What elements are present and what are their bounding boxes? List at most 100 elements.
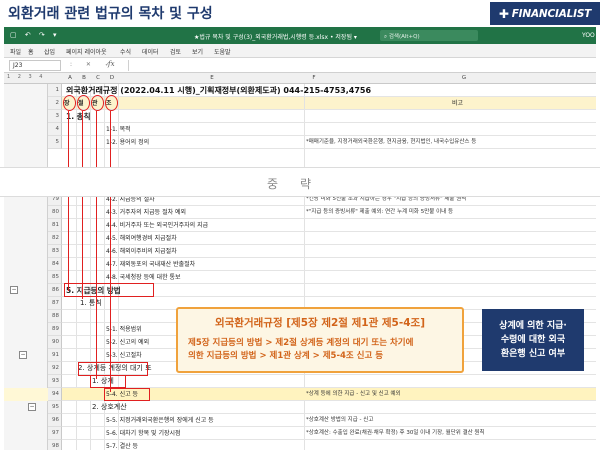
row-number[interactable]: 96 xyxy=(48,414,62,427)
note-line-3: 환은행 신고 여부 xyxy=(500,349,566,359)
table-row-highlighted[interactable]: 94 5-4. 신고 등 *상계 등에 의한 지급 - 신고 및 신고 예외 xyxy=(4,388,596,401)
row-number[interactable]: 86 xyxy=(48,284,62,297)
article-cell[interactable]: 4-3. 거주자의 지급등 절차 예외 xyxy=(106,206,186,219)
table-row[interactable]: 84 4-7. 재외동포의 국내재산 반출절차 xyxy=(4,258,596,271)
article-cell[interactable]: 4-7. 재외동포의 국내재산 반출절차 xyxy=(106,258,195,271)
search-placeholder: 검색(Alt+Q) xyxy=(388,34,420,40)
tab-help[interactable]: 도움말 xyxy=(214,47,231,56)
article-cell[interactable]: 5-1. 적용범위 xyxy=(106,323,142,336)
row-number[interactable]: 82 xyxy=(48,232,62,245)
table-row[interactable]: 4 1-1. 목적 xyxy=(4,123,596,136)
table-row[interactable]: 83 4-6. 해외이주비의 지급절차 xyxy=(4,245,596,258)
row-number[interactable]: 90 xyxy=(48,336,62,349)
tab-formulas[interactable]: 수식 xyxy=(120,47,131,56)
row-number[interactable]: 84 xyxy=(48,258,62,271)
remark-cell[interactable]: *상계 등에 의한 지급 - 신고 및 신고 예외 xyxy=(306,388,401,401)
chapter-5-highlight xyxy=(64,283,154,297)
row-number[interactable]: 89 xyxy=(48,323,62,336)
column-header-d[interactable]: D xyxy=(104,75,120,81)
row-number[interactable]: 87 xyxy=(48,297,62,310)
tab-data[interactable]: 데이터 xyxy=(142,47,159,56)
user-name[interactable]: YOO xyxy=(582,32,595,39)
row-number[interactable]: 94 xyxy=(48,388,62,401)
tab-page-layout[interactable]: 페이지 레이아웃 xyxy=(66,47,107,56)
chapter-cell[interactable]: 1. 총칙 xyxy=(66,110,90,123)
article-cell[interactable]: 4-6. 해외이주비의 지급절차 xyxy=(106,245,177,258)
row-number[interactable]: 1 xyxy=(48,84,62,97)
tab-view[interactable]: 보기 xyxy=(192,47,203,56)
table-row[interactable]: 1 외국환거래규정 (2022.04.11 시행)_기획재정부(외환제도과) 0… xyxy=(4,84,596,97)
column-header-e[interactable]: E xyxy=(204,75,220,81)
brand-cross-icon: ✚ xyxy=(498,6,509,21)
subsection-1-highlight xyxy=(90,375,126,388)
row-number[interactable]: 80 xyxy=(48,206,62,219)
tab-review[interactable]: 검토 xyxy=(170,47,181,56)
callout-path: 제5장 지급등의 방법 > 제2절 상계등 계정의 대기 또는 차기에 의한 지… xyxy=(188,337,458,363)
row-number[interactable]: 3 xyxy=(48,110,62,123)
table-row[interactable]: 3 1. 총칙 xyxy=(4,110,596,123)
tab-home[interactable]: 홈 xyxy=(28,47,34,56)
table-row[interactable]: 82 4-5. 해외여행경비 지급절차 xyxy=(4,232,596,245)
excel-window: ▢ ↶ ↷ ▾ ★법규 목차 및 구성(3)_외국환거래법,시행령 등.xlsx… xyxy=(4,27,596,450)
quick-access-toolbar[interactable]: ▢ ↶ ↷ ▾ xyxy=(10,31,60,39)
subsection-cell[interactable]: 2. 상호계산 xyxy=(92,401,127,414)
table-row[interactable]: 95 2. 상호계산 xyxy=(4,401,596,414)
row-number[interactable]: 98 xyxy=(48,440,62,450)
outline-collapse-icon[interactable]: − xyxy=(19,351,27,359)
subsection-arrow-line xyxy=(96,111,98,379)
tab-insert[interactable]: 삽입 xyxy=(44,47,55,56)
article-cell[interactable]: 5-2. 신고의 예외 xyxy=(106,336,149,349)
note-line-1: 상계에 의한 지급· xyxy=(499,321,567,331)
article-cell[interactable]: 4-4. 비거주자 또는 외국인거주자의 지급 xyxy=(106,219,208,232)
article-cell[interactable]: 1-2. 용어의 정의 xyxy=(106,136,149,149)
name-box[interactable]: J23 xyxy=(9,60,61,71)
article-cell[interactable]: 5-5. 지정거래외국환은행의 장에게 신고 등 xyxy=(106,414,214,427)
column-header-f[interactable]: F xyxy=(306,75,322,81)
table-row[interactable]: 80 4-3. 거주자의 지급등 절차 예외 *"지급 등의 증빙서류" 제출 … xyxy=(4,206,596,219)
table-row[interactable]: 81 4-4. 비거주자 또는 외국인거주자의 지급 xyxy=(4,219,596,232)
row-number[interactable]: 2 xyxy=(48,97,62,110)
tab-file[interactable]: 파일 xyxy=(10,47,21,56)
table-row[interactable]: 5 1-2. 용어의 정의 *매매기준율, 지정거래외국환은행, 현지금융, 현… xyxy=(4,136,596,149)
fx-icon[interactable]: fx xyxy=(108,60,115,68)
chapter-arrow-line xyxy=(68,111,70,291)
outline-collapse-icon[interactable]: − xyxy=(10,286,18,294)
row-number[interactable]: 83 xyxy=(48,245,62,258)
row-number[interactable]: 81 xyxy=(48,219,62,232)
remark-cell[interactable]: *상호계산 방법의 지급 - 신고 xyxy=(306,414,373,427)
row-number[interactable]: 4 xyxy=(48,123,62,136)
article-cell[interactable]: 5-7. 결산 등 xyxy=(106,440,138,450)
remark-cell[interactable]: *"지급 등의 증빙서류" 제출 예외: 연간 누계 미화 5만불 이내 등 xyxy=(306,206,453,219)
formula-input[interactable] xyxy=(128,60,592,71)
article-cell[interactable]: 5-6. 대차기 항목 및 기장시점 xyxy=(106,427,181,440)
summary-note-box: 상계에 의한 지급· 수령에 대한 외국 환은행 신고 여부 xyxy=(482,309,584,371)
row-number[interactable]: 5 xyxy=(48,136,62,149)
brand-name: FINANCIALIST xyxy=(511,7,592,20)
outline-collapse-icon[interactable]: − xyxy=(28,403,36,411)
article-cell[interactable]: 5-3. 신고절차 xyxy=(106,349,142,362)
table-row[interactable]: 97 5-6. 대차기 항목 및 기장시점 *상호계산: 수출입 완료(채권·채… xyxy=(4,427,596,440)
row-number[interactable]: 95 xyxy=(48,401,62,414)
column-headers: 1 2 3 4 A B C D E F G xyxy=(4,73,596,84)
row-number[interactable]: 93 xyxy=(48,375,62,388)
subsection-circle-annotation xyxy=(91,95,104,111)
row-number[interactable]: 85 xyxy=(48,271,62,284)
remark-cell[interactable]: *상호계산: 수출입 완료(채권·채무 확정) 후 30일 이내 기장, 월단위… xyxy=(306,427,485,440)
formula-bar-area: J23 : ✕ ✓ fx xyxy=(4,58,596,73)
row-number[interactable]: 91 xyxy=(48,349,62,362)
outline-level-buttons[interactable]: 1 2 3 4 xyxy=(7,74,46,80)
article-5-4-highlight xyxy=(104,388,150,401)
article-cell[interactable]: 4-5. 해외여행경비 지급절차 xyxy=(106,232,177,245)
column-header-g[interactable]: G xyxy=(456,75,472,81)
callout-path-line-1: 제5장 지급등의 방법 > 제2절 상계등 계정의 대기 또는 차기에 xyxy=(188,338,414,348)
row-number[interactable]: 92 xyxy=(48,362,62,375)
omitted-label: 중략 xyxy=(266,177,334,191)
search-box[interactable]: ⌕ 검색(Alt+Q) xyxy=(380,30,478,41)
table-row[interactable]: 98 5-7. 결산 등 xyxy=(4,440,596,450)
row-number[interactable]: 97 xyxy=(48,427,62,440)
table-row[interactable]: 96 5-5. 지정거래외국환은행의 장에게 신고 등 *상호계산 방법의 지급… xyxy=(4,414,596,427)
document-title[interactable]: ★법규 목차 및 구성(3)_외국환거래법,시행령 등.xlsx • 저장됨 ▾ xyxy=(194,32,357,41)
header-cell-remarks[interactable]: 비고 xyxy=(452,97,463,110)
row-number[interactable]: 88 xyxy=(48,310,62,323)
remark-cell[interactable]: *매매기준율, 지정거래외국환은행, 현지금융, 현지법인, 내국수입유산스 등 xyxy=(306,136,476,149)
